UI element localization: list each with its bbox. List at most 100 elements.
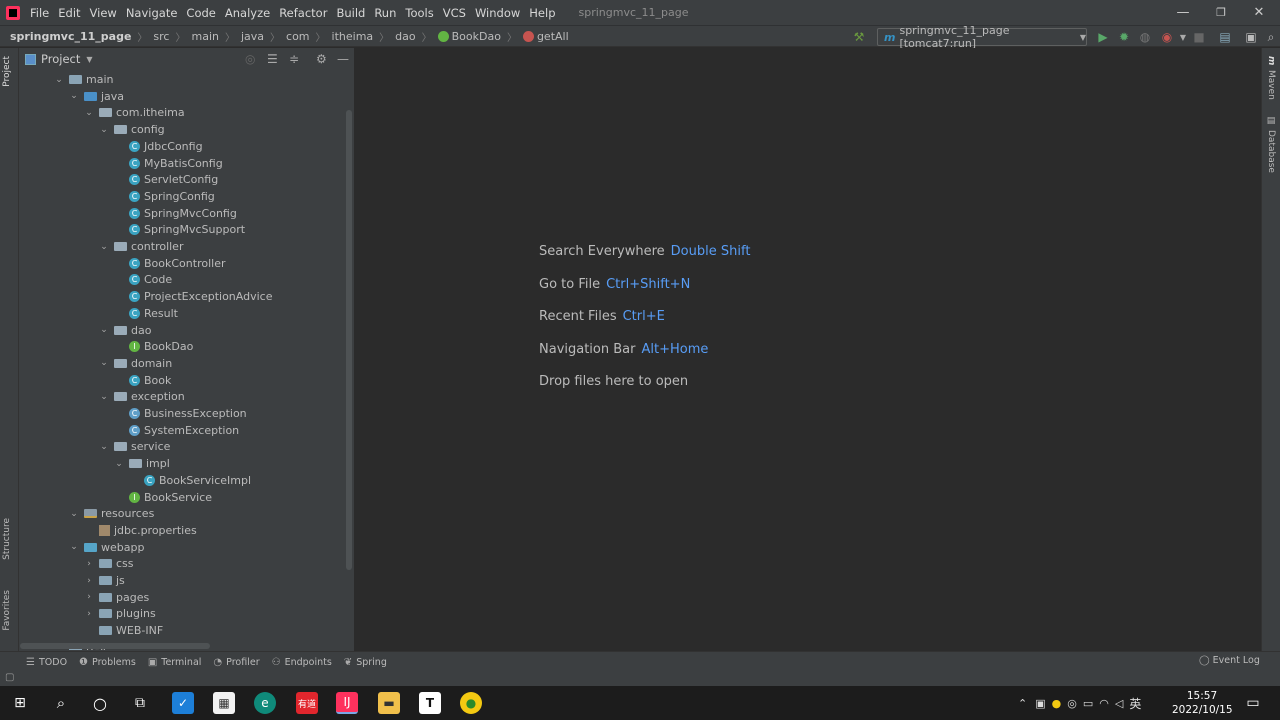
tree-item[interactable]: C SpringConfig — [129, 188, 215, 205]
tool-window-problems[interactable]: ❶ Problems — [79, 657, 136, 668]
coverage-icon[interactable]: ◍ — [1138, 30, 1152, 44]
menu-item-code[interactable]: Code — [186, 6, 215, 20]
project-horizontal-scrollbar[interactable] — [20, 643, 210, 649]
intellij-logo-icon[interactable] — [6, 5, 20, 20]
battery-icon[interactable]: ▭ — [1083, 697, 1093, 710]
chevron-down-icon[interactable]: ⌄ — [98, 242, 110, 252]
profiler-run-icon[interactable]: ◉ — [1160, 30, 1174, 44]
search-icon[interactable]: ⌕ — [50, 692, 72, 714]
tree-item[interactable]: › js — [83, 572, 125, 589]
tree-item[interactable]: C SpringMvcSupport — [129, 221, 245, 238]
breadcrumb-item[interactable]: java — [241, 30, 264, 43]
chevron-down-icon[interactable]: ⌄ — [98, 358, 110, 368]
tree-item[interactable]: › css — [83, 555, 133, 572]
tree-item[interactable]: C BookServiceImpl — [144, 472, 251, 489]
locate-icon[interactable]: ◎ — [245, 52, 255, 66]
tree-item[interactable]: ⌄ config — [98, 121, 164, 138]
youdao-notes-icon[interactable]: 有道 — [296, 692, 318, 714]
tool-window-todo[interactable]: ☰ TODO — [26, 657, 67, 668]
tool-window-spring[interactable]: ❦ Spring — [344, 657, 387, 668]
menu-item-help[interactable]: Help — [529, 6, 555, 20]
volume-icon[interactable]: ◁ — [1115, 697, 1123, 710]
run-icon[interactable]: ▶ — [1096, 30, 1110, 44]
tree-item[interactable]: C Code — [129, 271, 172, 288]
menu-item-window[interactable]: Window — [475, 6, 520, 20]
chevron-down-icon[interactable]: ⌄ — [68, 91, 80, 101]
menu-item-navigate[interactable]: Navigate — [126, 6, 178, 20]
tree-item[interactable]: WEB-INF — [83, 622, 163, 639]
chevron-down-icon[interactable]: ▼ — [86, 55, 92, 64]
chevron-down-icon[interactable]: ⌄ — [68, 509, 80, 519]
tree-item[interactable]: C MyBatisConfig — [129, 155, 223, 172]
event-log-button[interactable]: ◯ Event Log — [1199, 655, 1260, 666]
chevron-right-icon[interactable]: › — [83, 609, 95, 619]
tree-item[interactable]: › plugins — [83, 605, 156, 622]
tree-item[interactable]: › pages — [83, 589, 149, 606]
chevron-down-icon[interactable]: ▼ — [1176, 30, 1190, 44]
tree-item[interactable]: C Result — [129, 305, 178, 322]
notification-center-icon[interactable]: ▭ — [1242, 692, 1264, 714]
tree-item[interactable]: jdbc.properties — [99, 522, 197, 539]
menu-item-refactor[interactable]: Refactor — [279, 6, 327, 20]
chevron-down-icon[interactable]: ⌄ — [83, 108, 95, 118]
tree-item[interactable]: C ServletConfig — [129, 171, 218, 188]
window-layout-icon[interactable]: ▣ — [1244, 30, 1258, 44]
chevron-right-icon[interactable]: › — [83, 592, 95, 602]
menu-item-view[interactable]: View — [90, 6, 117, 20]
tree-item[interactable]: C SystemException — [129, 422, 239, 439]
tree-item[interactable]: C Book — [129, 372, 171, 389]
chevron-down-icon[interactable]: ⌄ — [98, 392, 110, 402]
menu-item-analyze[interactable]: Analyze — [225, 6, 270, 20]
feishu-app-icon[interactable]: ✓ — [172, 692, 194, 714]
menu-item-vcs[interactable]: VCS — [443, 6, 466, 20]
tool-window-profiler[interactable]: ◔ Profiler — [213, 657, 259, 668]
tree-item[interactable]: ⌄ controller — [98, 238, 183, 255]
menu-item-build[interactable]: Build — [336, 6, 365, 20]
build-hammer-icon[interactable]: ⚒ — [852, 30, 866, 44]
task-view-icon[interactable]: ⧉ — [129, 692, 151, 714]
run-configuration-select[interactable]: m springmvc_11_page [tomcat7:run] ▼ — [877, 24, 1087, 50]
chrome-like-app-icon[interactable]: ● — [460, 692, 482, 714]
tree-item[interactable]: C JdbcConfig — [129, 138, 203, 155]
breadcrumb-item[interactable]: getAll — [522, 30, 569, 43]
tray-app-icon[interactable]: ● — [1052, 697, 1062, 710]
tool-window-terminal[interactable]: ▣ Terminal — [148, 657, 202, 668]
stop-icon[interactable]: ■ — [1192, 30, 1206, 44]
edge-browser-icon[interactable]: e — [254, 692, 276, 714]
tree-item[interactable]: ⌄ domain — [98, 355, 172, 372]
cortana-icon[interactable]: ○ — [89, 692, 111, 714]
collapse-all-icon[interactable]: ≑ — [289, 52, 299, 66]
file-explorer-icon[interactable]: ▬ — [378, 692, 400, 714]
tree-item[interactable]: ⌄ dao — [98, 322, 151, 339]
clock[interactable]: 15:57 2022/10/15 — [1172, 689, 1233, 717]
expand-all-icon[interactable]: ☰ — [267, 52, 278, 66]
tray-app-icon[interactable]: ▣ — [1035, 697, 1045, 710]
tree-item[interactable]: ⌄ java — [68, 88, 124, 105]
breadcrumb-project[interactable]: springmvc_11_page — [10, 30, 131, 43]
breadcrumb-item[interactable]: BookDao — [437, 30, 501, 43]
tab-database[interactable]: Database — [1266, 130, 1276, 173]
tree-item[interactable]: C ProjectExceptionAdvice — [129, 288, 272, 305]
ime-indicator[interactable]: 英 — [1129, 695, 1141, 712]
project-panel-title[interactable]: Project — [41, 52, 80, 66]
tree-item[interactable]: C BusinessException — [129, 405, 247, 422]
breadcrumb-item[interactable]: main — [191, 30, 218, 43]
tree-item[interactable]: ⌄ com.itheima — [83, 104, 184, 121]
tab-favorites[interactable]: Favorites — [2, 590, 12, 631]
breadcrumb-item[interactable]: com — [286, 30, 310, 43]
tree-item[interactable]: ⌄ webapp — [68, 539, 144, 556]
debug-icon[interactable]: ✹ — [1117, 30, 1131, 44]
breadcrumb-item[interactable]: src — [153, 30, 169, 43]
project-vertical-scrollbar[interactable] — [346, 110, 352, 570]
chevron-down-icon[interactable]: ⌄ — [98, 125, 110, 135]
tab-structure[interactable]: Structure — [2, 518, 12, 560]
microsoft-store-icon[interactable]: ▦ — [213, 692, 235, 714]
tree-item[interactable]: ⌄ service — [98, 438, 170, 455]
close-button[interactable]: ✕ — [1236, 0, 1280, 25]
chevron-down-icon[interactable]: ⌄ — [113, 459, 125, 469]
typora-icon[interactable]: T — [419, 692, 441, 714]
search-icon[interactable]: ⌕ — [1264, 30, 1278, 44]
menu-item-edit[interactable]: Edit — [58, 6, 80, 20]
project-structure-icon[interactable]: ▤ — [1218, 30, 1232, 44]
intellij-taskbar-icon[interactable]: IJ — [336, 692, 358, 714]
